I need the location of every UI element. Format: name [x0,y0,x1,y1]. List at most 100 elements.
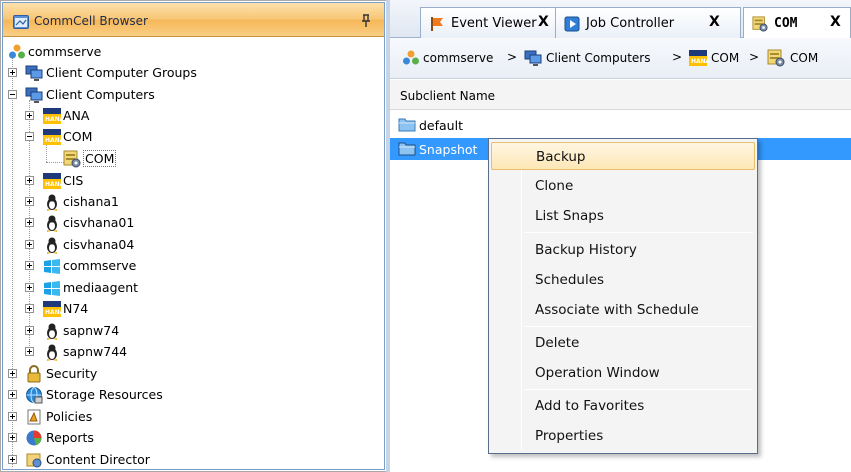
expand-icon[interactable] [25,111,34,120]
hana-icon: HANA [43,301,64,317]
tree-item-client-computers[interactable]: Client Computers [3,85,383,106]
hana-icon: HANA [689,50,711,66]
linux-icon [47,215,57,232]
tree-item-n74[interactable]: HANA N74 [3,299,383,320]
menu-item-delete[interactable]: Delete [491,329,755,357]
tree-item-label: COM [83,150,117,167]
tree-item-label: Client Computers [46,87,155,102]
expand-icon[interactable] [25,326,34,335]
linux-icon [47,323,57,340]
close-icon[interactable]: X [538,14,549,30]
tree-item-ana[interactable]: HANA ANA [3,106,383,127]
collapse-icon[interactable] [8,90,17,99]
breadcrumb-client-computers[interactable]: Client Computers [546,51,650,65]
policy-icon [27,409,41,425]
pie-chart-icon [26,430,42,446]
menu-item-label: Delete [535,335,580,351]
expand-icon[interactable] [8,369,17,378]
tab-job-controller[interactable]: Job Controller X [555,7,741,38]
tree-item-label: cishana1 [63,194,119,209]
hana-icon-text: HANA [45,137,65,144]
menu-item-backup-history[interactable]: Backup History [491,236,755,264]
close-icon[interactable]: X [830,14,841,30]
menu-item-add-to-favorites[interactable]: Add to Favorites [491,392,755,420]
windows-icon [44,259,60,274]
tree-item-commserve-client[interactable]: commserve [3,256,383,277]
tree-item-security[interactable]: Security [3,364,383,385]
tree-item-client-computer-groups[interactable]: Client Computer Groups [3,63,383,84]
breadcrumb: commserve > Client Computers > HANA COM … [390,38,851,79]
pin-icon[interactable] [360,14,372,28]
expand-icon[interactable] [8,455,17,464]
tree-item-sapnw74[interactable]: sapnw74 [3,321,383,342]
menu-item-label: Add to Favorites [535,398,645,414]
tab-event-viewer[interactable]: Event Viewer X [420,7,557,38]
tree-item-sapnw744[interactable]: sapnw744 [3,342,383,363]
expand-icon[interactable] [25,347,34,356]
tree-item-label: Content Director [46,452,150,467]
expand-icon[interactable] [25,176,34,185]
hana-icon-text: HANA [45,181,65,188]
tree-item-mediaagent[interactable]: mediaagent [3,278,383,299]
tree-item-reports[interactable]: Reports [3,428,383,449]
expand-icon[interactable] [25,197,34,206]
linux-icon [47,237,57,254]
expand-icon[interactable] [8,412,17,421]
breadcrumb-com-client[interactable]: COM [711,51,739,65]
instance-icon [752,16,768,32]
hana-icon-text: HANA [45,116,65,123]
menu-item-properties[interactable]: Properties [491,422,755,450]
hana-icon: HANA [43,108,65,124]
browser-window-icon [13,15,29,29]
column-header-subclient-name[interactable]: Subclient Name [400,89,495,103]
menu-item-list-snaps[interactable]: List Snaps [491,202,755,230]
tree-item-content-director[interactable]: Content Director [3,450,383,469]
computer-group-icon [25,65,43,81]
tab-com[interactable]: COM X [743,7,851,39]
subclient-row-default[interactable]: default [390,114,851,136]
breadcrumb-com-instance[interactable]: COM [790,51,818,65]
expand-icon[interactable] [25,218,34,227]
menu-item-associate-with-schedule[interactable]: Associate with Schedule [491,296,755,324]
tree-item-cis[interactable]: HANA CIS [3,171,383,192]
tree-item-label: commserve [28,44,102,59]
menu-item-clone[interactable]: Clone [491,172,755,200]
menu-item-label: Backup [536,149,586,165]
expand-icon[interactable] [8,68,17,77]
tab-label: Job Controller [586,16,675,31]
tree-item-cishana1[interactable]: cishana1 [3,192,383,213]
tree-item-cisvhana04[interactable]: cisvhana04 [3,235,383,256]
subclient-context-menu: Backup Clone List Snaps Backup History S… [488,138,758,454]
menu-item-label: Schedules [535,272,605,288]
menu-separator [525,326,753,327]
tree-item-com-instance[interactable]: COM [3,149,383,170]
menu-item-label: Operation Window [535,365,660,381]
subclient-name: default [419,118,463,133]
expand-icon[interactable] [8,390,17,399]
tree-item-com-client[interactable]: HANA COM [3,127,383,148]
tree-item-cisvhana01[interactable]: cisvhana01 [3,213,383,234]
tree-item-policies[interactable]: Policies [3,407,383,428]
menu-item-backup[interactable]: Backup [491,142,755,170]
panel-title: CommCell Browser [34,14,148,28]
instance-icon [63,150,81,168]
expand-icon[interactable] [8,433,17,442]
breadcrumb-separator: > [672,50,683,64]
close-icon[interactable]: X [709,14,720,30]
collapse-icon[interactable] [25,132,34,141]
tree-item-label: sapnw744 [63,344,128,359]
tree-item-label: mediaagent [63,280,139,295]
hana-icon-text: HANA [691,58,711,65]
expand-icon[interactable] [25,261,34,270]
breadcrumb-commserve[interactable]: commserve [423,51,493,65]
expand-icon[interactable] [25,304,34,313]
tree-item-storage-resources[interactable]: Storage Resources [3,385,383,406]
tree-item-label: COM [63,129,93,144]
expand-icon[interactable] [25,240,34,249]
tree-item-commserve-root[interactable]: commserve [3,42,383,63]
storage-icon [26,387,43,404]
expand-icon[interactable] [25,283,34,292]
menu-item-schedules[interactable]: Schedules [491,266,755,294]
menu-item-operation-window[interactable]: Operation Window [491,359,755,387]
commcell-icon [9,44,25,59]
